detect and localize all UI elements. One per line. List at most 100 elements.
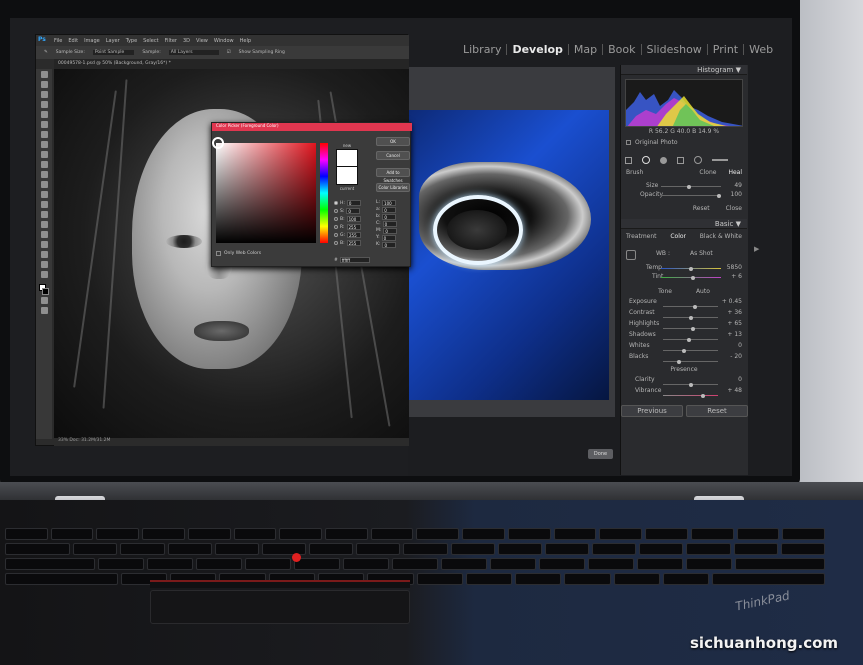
key[interactable] xyxy=(167,543,212,555)
color-mode-radio[interactable] xyxy=(334,225,338,229)
key[interactable] xyxy=(663,573,710,585)
eyedropper-icon[interactable]: ✎ xyxy=(44,50,48,55)
eyedropper-icon[interactable] xyxy=(626,250,636,260)
key[interactable] xyxy=(782,528,825,540)
key[interactable] xyxy=(370,528,414,540)
key[interactable] xyxy=(735,558,825,570)
key[interactable] xyxy=(686,558,732,570)
menu-type[interactable]: Type xyxy=(126,38,137,44)
menu-select[interactable]: Select xyxy=(143,38,158,44)
key[interactable] xyxy=(544,543,590,555)
quick-mask-icon[interactable] xyxy=(40,297,48,304)
key[interactable] xyxy=(245,558,291,570)
key[interactable] xyxy=(96,528,140,540)
key[interactable] xyxy=(98,558,144,570)
module-print[interactable]: Print xyxy=(706,44,743,55)
key[interactable] xyxy=(465,573,513,585)
color-mode-radio[interactable] xyxy=(334,209,338,213)
tone-slider-value[interactable]: 0 xyxy=(738,342,742,353)
lab-field-input[interactable]: 0 xyxy=(381,234,396,241)
key[interactable] xyxy=(416,573,463,585)
treatment-bw[interactable]: Black & White xyxy=(700,233,742,241)
background-color-swatch[interactable] xyxy=(42,288,49,295)
blur-tool-icon[interactable] xyxy=(40,191,48,198)
opacity-slider[interactable] xyxy=(661,193,721,198)
key[interactable] xyxy=(450,543,495,555)
graduated-filter-icon[interactable] xyxy=(677,156,684,164)
tone-auto-button[interactable]: Auto xyxy=(696,288,710,296)
tone-slider-track[interactable] xyxy=(663,359,718,364)
tone-slider-value[interactable]: + 0.45 xyxy=(722,298,742,309)
original-photo-checkbox[interactable] xyxy=(626,140,631,145)
color-field-cursor[interactable] xyxy=(212,137,224,149)
key[interactable] xyxy=(294,558,340,570)
key[interactable] xyxy=(50,528,94,540)
hand-tool-icon[interactable] xyxy=(40,251,48,258)
key[interactable] xyxy=(497,543,542,555)
key[interactable] xyxy=(120,543,165,555)
color-field-input[interactable]: 0 xyxy=(346,200,361,206)
reset-button[interactable]: Reset xyxy=(686,405,748,417)
dodge-tool-icon[interactable] xyxy=(40,201,48,208)
presence-slider-knob[interactable] xyxy=(701,393,705,398)
module-develop[interactable]: Develop xyxy=(506,44,567,55)
key[interactable] xyxy=(539,558,585,570)
key[interactable] xyxy=(309,543,354,555)
zoom-tool-icon[interactable] xyxy=(40,261,48,268)
stamp-tool-icon[interactable] xyxy=(40,151,48,158)
add-to-swatches-button[interactable]: Add to Swatches xyxy=(376,168,410,183)
color-libraries-button[interactable]: Color Libraries xyxy=(376,183,410,192)
crop-tool-icon[interactable] xyxy=(40,111,48,118)
tone-slider-knob[interactable] xyxy=(690,326,695,331)
basic-header[interactable]: Basic ▼ xyxy=(621,219,747,229)
menu-window[interactable]: Window xyxy=(214,38,234,44)
marquee-tool-icon[interactable] xyxy=(40,81,48,88)
more-tools-icon[interactable] xyxy=(40,271,48,278)
key[interactable] xyxy=(441,558,487,570)
tone-slider-knob[interactable] xyxy=(689,315,693,320)
presence-slider-track[interactable] xyxy=(663,393,718,398)
touchpad[interactable] xyxy=(150,590,410,624)
color-mode-radio[interactable] xyxy=(334,233,338,237)
tone-slider-knob[interactable] xyxy=(693,304,697,309)
key[interactable] xyxy=(639,543,684,555)
menu-help[interactable]: Help xyxy=(240,38,251,44)
pen-tool-icon[interactable] xyxy=(40,211,48,218)
presence-slider-value[interactable]: + 48 xyxy=(727,387,742,398)
tone-slider-value[interactable]: - 20 xyxy=(730,353,742,364)
key[interactable] xyxy=(233,528,277,540)
color-field-input[interactable]: 255 xyxy=(346,240,361,246)
color-field-input[interactable]: 255 xyxy=(347,232,362,238)
module-map[interactable]: Map xyxy=(567,44,602,55)
healing-tool-icon[interactable] xyxy=(40,131,48,138)
tone-slider-track[interactable] xyxy=(663,315,718,320)
histogram-header[interactable]: Histogram ▼ xyxy=(621,65,747,75)
spot-removal-icon[interactable] xyxy=(642,156,650,164)
tone-slider-track[interactable] xyxy=(663,348,718,353)
key[interactable] xyxy=(325,528,368,540)
crop-tool-icon[interactable] xyxy=(625,156,632,164)
key[interactable] xyxy=(564,573,611,585)
type-tool-icon[interactable] xyxy=(40,221,48,228)
hex-input[interactable]: ffffff xyxy=(339,257,370,263)
path-select-tool-icon[interactable] xyxy=(40,231,48,238)
key[interactable] xyxy=(613,573,660,585)
color-field-input[interactable]: 255 xyxy=(346,224,361,230)
lasso-tool-icon[interactable] xyxy=(40,91,48,98)
key[interactable] xyxy=(553,528,597,540)
module-web[interactable]: Web xyxy=(743,44,778,55)
tone-slider-track[interactable] xyxy=(663,304,718,309)
color-mode-radio[interactable] xyxy=(334,201,338,205)
temp-slider[interactable] xyxy=(661,266,721,271)
tone-slider-value[interactable]: + 13 xyxy=(727,331,742,342)
menu-edit[interactable]: Edit xyxy=(68,38,78,44)
key[interactable] xyxy=(588,558,634,570)
brush-close-button[interactable]: Close xyxy=(726,205,742,213)
presence-slider-knob[interactable] xyxy=(689,382,693,387)
sample-size-select[interactable]: Point Sample xyxy=(92,50,135,55)
module-library[interactable]: Library xyxy=(458,44,506,55)
presence-slider-track[interactable] xyxy=(663,382,718,387)
color-field-input[interactable]: 100 xyxy=(346,216,361,222)
key[interactable] xyxy=(490,558,536,570)
lab-field-input[interactable]: 0 xyxy=(383,227,398,234)
